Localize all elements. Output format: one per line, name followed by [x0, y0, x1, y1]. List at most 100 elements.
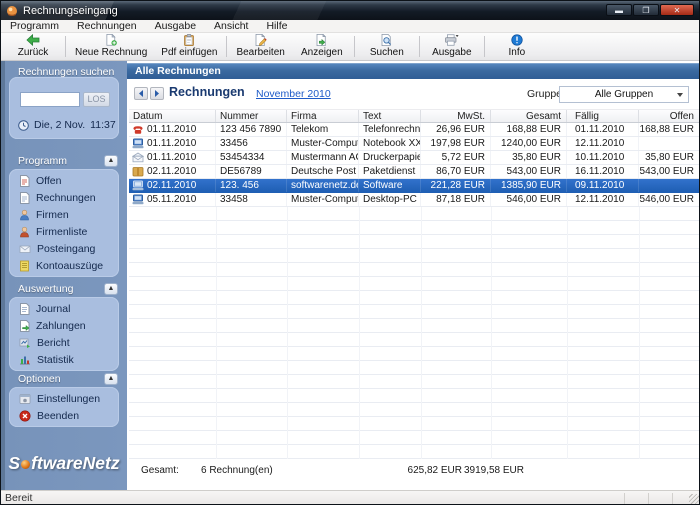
- cell-firma: Muster-Computer: [287, 193, 359, 206]
- invoices-icon: [20, 191, 30, 204]
- new-invoice-button[interactable]: Neue Rechnung: [68, 33, 154, 60]
- open-invoices-icon: [20, 174, 30, 187]
- column-grid-line: [359, 207, 360, 459]
- table-row[interactable]: 02.11.2010 DE56789 Deutsche Post Paketdi…: [129, 165, 699, 179]
- footer-mwst-sum: 625,82 EUR: [407, 465, 462, 476]
- sidebar-item-journal[interactable]: Journal: [9, 300, 119, 317]
- month-link[interactable]: November 2010: [256, 88, 331, 100]
- column-header-nummer[interactable]: Nummer: [216, 110, 287, 122]
- column-grid-line: [287, 207, 288, 459]
- sidebar-item-bericht[interactable]: Bericht: [9, 334, 119, 351]
- cell-text: Software: [359, 179, 421, 192]
- current-time: 11:37: [90, 119, 116, 131]
- cell-faellig: 16.11.2010: [567, 165, 639, 178]
- table-row-selected[interactable]: 02.11.2010 123. 456 softwarenetz.de Soft…: [129, 179, 699, 193]
- next-month-button[interactable]: [150, 87, 164, 100]
- edit-button[interactable]: Bearbeiten: [229, 33, 291, 60]
- resize-grip[interactable]: [689, 494, 699, 504]
- paste-pdf-button[interactable]: Pdf einfügen: [154, 33, 224, 60]
- sidebar-item-kontoauszuege[interactable]: Kontoauszüge: [9, 257, 119, 274]
- cell-nummer: 123 456 7890: [216, 123, 287, 136]
- search-button[interactable]: Suchen: [357, 33, 417, 60]
- view-button[interactable]: Anzeigen: [292, 33, 352, 60]
- minimize-button[interactable]: ▬: [606, 4, 632, 16]
- cell-mwst: 197,98 EUR: [421, 137, 491, 150]
- info-button[interactable]: Info: [487, 33, 547, 60]
- menu-hilfe[interactable]: Hilfe: [257, 20, 296, 32]
- cell-mwst: 26,96 EUR: [421, 123, 491, 136]
- column-header-mwst[interactable]: MwSt.: [421, 110, 491, 122]
- clock-icon[interactable]: [18, 119, 29, 131]
- cell-gesamt: 1240,00 EUR: [491, 137, 567, 150]
- new-invoice-icon: [106, 34, 117, 46]
- previous-month-button[interactable]: [134, 87, 148, 100]
- search-go-button[interactable]: LOS: [83, 92, 110, 107]
- sidebar-item-rechnungen[interactable]: Rechnungen: [9, 189, 119, 206]
- column-header-faellig[interactable]: Fällig: [567, 110, 639, 122]
- app-window: Rechnungseingang ▬ ❐ ✕ Programm Rechnung…: [0, 0, 700, 505]
- cell-text: Desktop-PC: [359, 193, 421, 206]
- sidebar-item-posteingang[interactable]: Posteingang: [9, 240, 119, 257]
- column-header-firma[interactable]: Firma: [287, 110, 359, 122]
- menu-ausgabe[interactable]: Ausgabe: [146, 20, 205, 32]
- cell-datum: 01.11.2010: [129, 123, 216, 136]
- table-row[interactable]: 05.11.2010 33458 Muster-Computer Desktop…: [129, 193, 699, 207]
- sidebar-item-offen[interactable]: Offen: [9, 172, 119, 189]
- collapse-button-optionen[interactable]: ▲: [104, 373, 118, 385]
- column-header-text[interactable]: Text: [359, 110, 421, 122]
- column-grid-line: [216, 207, 217, 459]
- empty-table-rows: [129, 207, 699, 459]
- section-title-optionen: Optionen: [18, 373, 61, 385]
- group-dropdown[interactable]: Alle Gruppen: [559, 86, 689, 103]
- statusbar-divider: [672, 493, 673, 504]
- cell-offen: 543,00 EUR: [639, 166, 694, 177]
- toolbar-separator: [226, 36, 228, 57]
- paste-pdf-icon: [184, 34, 195, 46]
- footer-separator: [127, 459, 699, 460]
- cell-offen: [639, 179, 699, 192]
- column-header-offen[interactable]: Offen: [639, 110, 699, 122]
- sidebar-item-firmen[interactable]: Firmen: [9, 206, 119, 223]
- footer-gesamt-sum: 3919,58 EUR: [463, 465, 524, 476]
- table-row[interactable]: 01.11.2010 53454334 Mustermann AG Drucke…: [129, 151, 699, 165]
- cell-text: Notebook XXL - Su...: [359, 137, 421, 150]
- cell-mwst: 221,28 EUR: [421, 179, 491, 192]
- sidebar-item-beenden[interactable]: Beenden: [9, 407, 119, 424]
- table-row[interactable]: 01.11.2010 33456 Muster-Computer Noteboo…: [129, 137, 699, 151]
- status-bar: Bereit: [1, 490, 699, 504]
- print-button[interactable]: Ausgabe: [422, 33, 482, 60]
- search-input[interactable]: [20, 92, 80, 107]
- column-grid-line: [421, 207, 422, 459]
- table-row[interactable]: 01.11.2010 123 456 7890 Telekom Telefonr…: [129, 123, 699, 137]
- section-title-auswertung: Auswertung: [18, 283, 74, 295]
- column-header-datum[interactable]: Datum: [129, 110, 216, 122]
- sidebar-item-statistik[interactable]: Statistik: [9, 351, 119, 368]
- cell-gesamt: 168,88 EUR: [491, 123, 567, 136]
- collapse-button-auswertung[interactable]: ▲: [104, 283, 118, 295]
- chevron-left-icon: [139, 90, 143, 97]
- cell-gesamt: 543,00 EUR: [491, 165, 567, 178]
- cell-datum: 02.11.2010: [129, 179, 216, 192]
- sidebar-item-firmenliste[interactable]: Firmenliste: [9, 223, 119, 240]
- view-title-bar: Alle Rechnungen: [127, 63, 699, 79]
- collapse-button-programm[interactable]: ▲: [104, 155, 118, 167]
- footer-invoice-count: 6 Rechnung(en): [201, 465, 273, 476]
- sidebar-item-zahlungen[interactable]: Zahlungen: [9, 317, 119, 334]
- toolbar-separator: [353, 36, 355, 57]
- back-button[interactable]: Zurück: [3, 33, 63, 60]
- cell-datum: 01.11.2010: [129, 151, 216, 164]
- invoice-table: Datum Nummer Firma Text MwSt. Gesamt Fäl…: [129, 109, 699, 207]
- maximize-button[interactable]: ❐: [633, 4, 659, 16]
- cell-firma: softwarenetz.de: [287, 179, 359, 192]
- menu-rechnungen[interactable]: Rechnungen: [68, 20, 146, 32]
- column-header-gesamt[interactable]: Gesamt: [491, 110, 567, 122]
- menu-ansicht[interactable]: Ansicht: [205, 20, 257, 32]
- computer-icon: [132, 180, 144, 191]
- search-icon: [381, 34, 392, 46]
- cell-nummer: 53454334: [216, 151, 287, 164]
- search-panel: LOS Die, 2 Nov. 11:37: [9, 77, 119, 139]
- sidebar-item-einstellungen[interactable]: Einstellungen: [9, 390, 119, 407]
- menu-programm[interactable]: Programm: [1, 20, 68, 32]
- view-icon: [316, 34, 327, 46]
- close-button[interactable]: ✕: [660, 4, 694, 16]
